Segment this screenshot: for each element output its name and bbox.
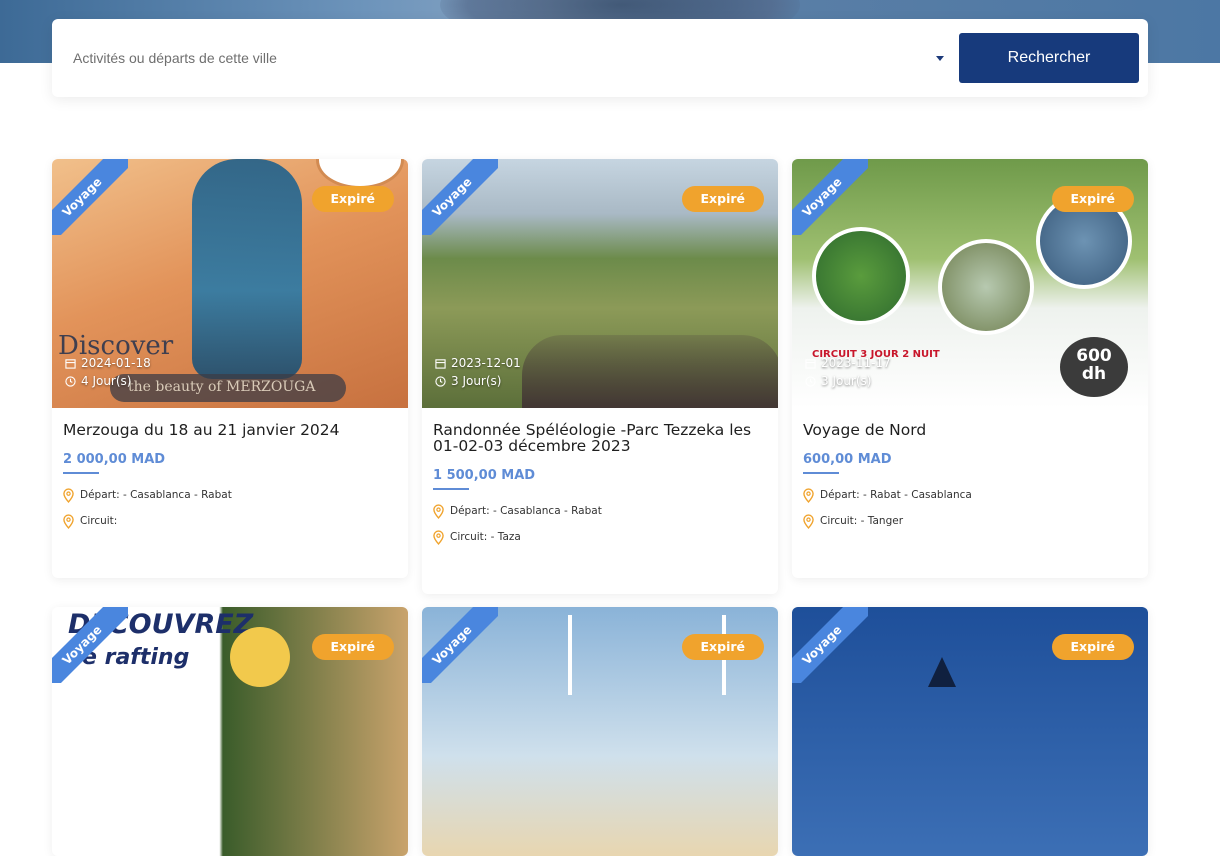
location-pin-icon: [803, 487, 814, 503]
calendar-icon: [65, 358, 76, 369]
photo-circle: [812, 227, 910, 325]
trip-card[interactable]: DÉCOUVREZ Le rafting Voyage Expiré: [52, 607, 408, 856]
departure-info: Départ: - Casablanca - Rabat: [63, 485, 397, 505]
location-pin-icon: [803, 513, 814, 529]
circuit-text: Circuit: - Tanger: [820, 515, 904, 527]
expired-badge: Expiré: [1051, 186, 1134, 212]
departure-text: Départ: - Rabat - Casablanca: [820, 489, 972, 501]
voyage-ribbon: Voyage: [52, 607, 128, 683]
trip-date: 2023-11-17: [821, 356, 891, 370]
trip-card-image[interactable]: Discover the beauty of MERZOUGA Voyage E…: [52, 159, 408, 408]
photo-divider: [568, 615, 572, 695]
voyage-ribbon: Voyage: [422, 607, 498, 683]
trip-card-image[interactable]: Voyage Expiré: [792, 607, 1148, 856]
trip-card[interactable]: Voyage Expiré: [422, 607, 778, 856]
city-search-input[interactable]: [73, 19, 933, 97]
departure-info: Départ: - Casablanca - Rabat: [433, 501, 767, 521]
image-subheadline: the beauty of MERZOUGA: [128, 379, 316, 395]
trip-card-image[interactable]: Voyage Expiré 2023-12-01 3 Jour(s): [422, 159, 778, 408]
trip-meta: 2024-01-18 4 Jour(s): [65, 354, 151, 390]
clock-icon: [65, 375, 76, 387]
trip-price: 600,00 MAD: [803, 452, 892, 467]
trip-price: 2 000,00 MAD: [63, 452, 166, 467]
departure-info: Départ: - Rabat - Casablanca: [803, 485, 1137, 505]
circuit-info: Circuit:: [63, 511, 397, 531]
circuit-info: Circuit: - Tanger: [803, 511, 1137, 531]
voyage-ribbon: Voyage: [792, 159, 868, 235]
photo-circle: [938, 239, 1034, 335]
calendar-icon: [805, 358, 816, 369]
trip-price: 1 500,00 MAD: [433, 468, 536, 483]
circuit-text: Circuit: - Taza: [450, 531, 521, 543]
expired-badge: Expiré: [681, 634, 764, 660]
trip-card[interactable]: Discover the beauty of MERZOUGA Voyage E…: [52, 159, 408, 578]
trip-date: 2023-12-01: [451, 356, 521, 370]
search-button[interactable]: Rechercher: [959, 33, 1139, 83]
trip-meta: 2023-12-01 3 Jour(s): [435, 354, 521, 390]
departure-text: Départ: - Casablanca - Rabat: [80, 489, 232, 501]
expired-badge: Expiré: [311, 634, 394, 660]
voyage-ribbon: Voyage: [422, 159, 498, 235]
trip-card-image[interactable]: Voyage Expiré: [422, 607, 778, 856]
circuit-info: Circuit: - Taza: [433, 527, 767, 547]
trip-date: 2024-01-18: [81, 356, 151, 370]
helmet-photo: [230, 627, 290, 687]
price-underline: [803, 472, 839, 474]
trip-duration: 3 Jour(s): [451, 374, 502, 388]
search-bar: Rechercher: [52, 19, 1148, 97]
traveler-figure: [192, 159, 302, 379]
price-sticker: 600 dh: [1060, 337, 1128, 397]
voyage-ribbon: Voyage: [52, 159, 128, 235]
hikers-group: [522, 335, 778, 408]
trip-card[interactable]: Voyage Expiré: [792, 607, 1148, 856]
trip-card-image[interactable]: CIRCUIT 3 JOUR 2 NUIT 600 dh Voyage Expi…: [792, 159, 1148, 408]
location-pin-icon: [433, 503, 444, 519]
voyage-ribbon: Voyage: [792, 607, 868, 683]
location-pin-icon: [433, 529, 444, 545]
location-pin-icon: [63, 487, 74, 503]
expired-badge: Expiré: [681, 186, 764, 212]
trip-duration: 4 Jour(s): [81, 374, 132, 388]
trip-duration: 3 Jour(s): [821, 374, 872, 388]
clock-icon: [435, 375, 446, 387]
agency-logo: [316, 159, 404, 189]
trip-title[interactable]: Merzouga du 18 au 21 janvier 2024: [63, 422, 397, 438]
calendar-icon: [435, 358, 446, 369]
departure-text: Départ: - Casablanca - Rabat: [450, 505, 602, 517]
expired-badge: Expiré: [311, 186, 394, 212]
trip-card[interactable]: CIRCUIT 3 JOUR 2 NUIT 600 dh Voyage Expi…: [792, 159, 1148, 578]
trip-meta: 2023-11-17 3 Jour(s): [805, 354, 891, 390]
trip-card-image[interactable]: DÉCOUVREZ Le rafting Voyage Expiré: [52, 607, 408, 856]
pyramid-shape: [928, 657, 956, 687]
price-underline: [433, 488, 469, 490]
expired-badge: Expiré: [1051, 634, 1134, 660]
dropdown-caret-icon[interactable]: [936, 56, 944, 61]
trip-card[interactable]: Voyage Expiré 2023-12-01 3 Jour(s) Rando…: [422, 159, 778, 594]
price-underline: [63, 472, 99, 474]
circuit-text: Circuit:: [80, 515, 118, 527]
location-pin-icon: [63, 513, 74, 529]
clock-icon: [805, 375, 816, 387]
trip-title[interactable]: Voyage de Nord: [803, 422, 1137, 438]
trip-title[interactable]: Randonnée Spéléologie -Parc Tezzeka les …: [433, 422, 767, 454]
